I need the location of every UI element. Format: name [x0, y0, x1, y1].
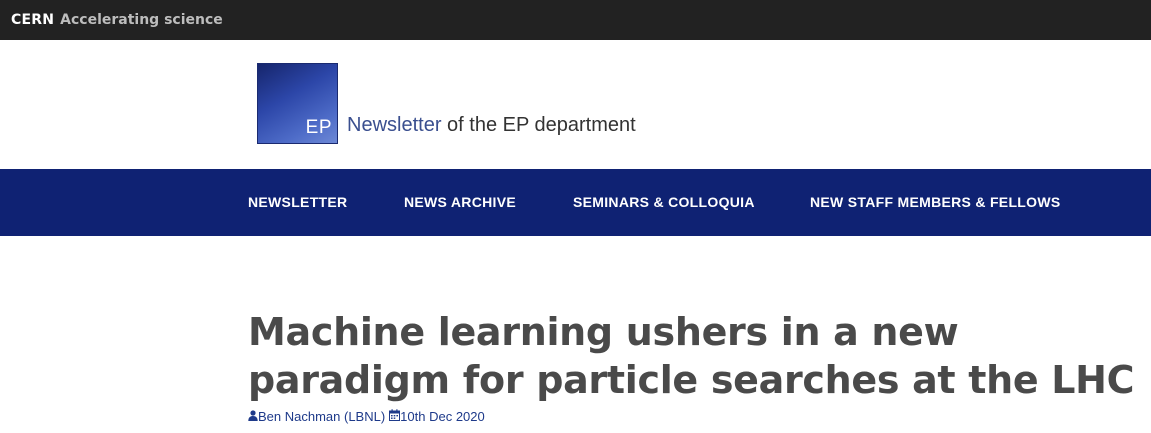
nav-item-news-archive[interactable]: NEWS ARCHIVE — [404, 194, 516, 210]
calendar-icon — [389, 409, 401, 424]
ep-logo[interactable]: EP — [257, 63, 338, 144]
ep-logo-text: EP — [305, 117, 332, 138]
site-title[interactable]: Newsletter of the EP department — [347, 114, 636, 137]
main-navigation: NEWSLETTER NEWS ARCHIVE SEMINARS & COLLO… — [0, 169, 1151, 236]
cern-tagline[interactable]: Accelerating science — [60, 12, 223, 28]
site-title-rest: of the EP department — [441, 114, 636, 136]
author-link[interactable]: Ben Nachman (LBNL) — [258, 409, 385, 424]
site-title-accent: Newsletter — [347, 114, 442, 136]
article-title: Machine learning ushers in a new paradig… — [248, 310, 1135, 402]
article-date: 10th Dec 2020 — [400, 409, 485, 424]
nav-item-newsletter[interactable]: NEWSLETTER — [248, 194, 347, 210]
nav-item-new-staff-fellows[interactable]: NEW STAFF MEMBERS & FELLOWS — [810, 194, 1061, 210]
top-bar: CERN Accelerating science — [0, 0, 1151, 40]
site-header: EP Newsletter of the EP department — [0, 40, 1151, 169]
nav-item-seminars-colloquia[interactable]: SEMINARS & COLLOQUIA — [573, 194, 755, 210]
user-icon — [248, 409, 258, 424]
cern-brand-link[interactable]: CERN — [11, 12, 54, 28]
article-meta: Ben Nachman (LBNL) 10th Dec 2020 — [248, 409, 485, 424]
